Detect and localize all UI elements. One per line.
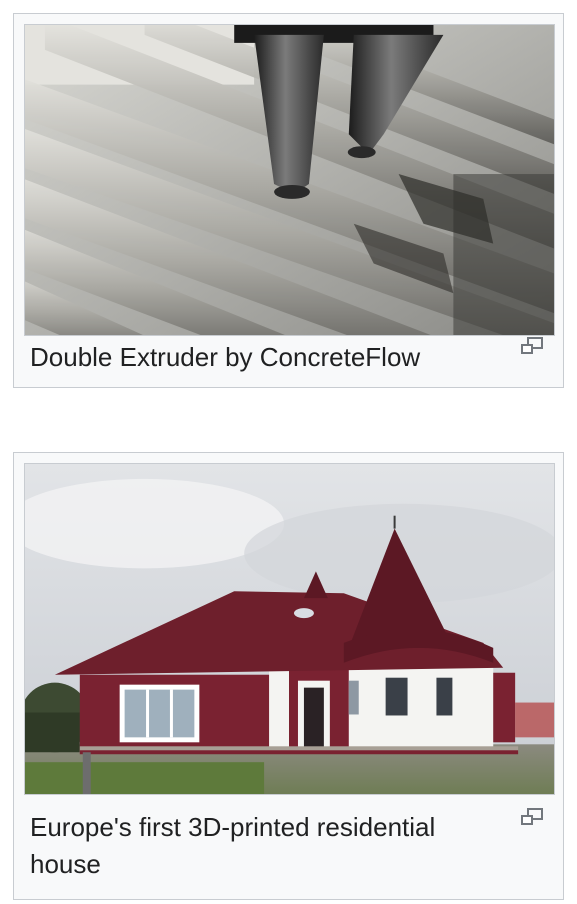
house-photo bbox=[25, 464, 554, 794]
figure-caption: Europe's first 3D-printed residential ho… bbox=[30, 812, 436, 879]
house-image-link[interactable] bbox=[24, 463, 555, 795]
extruder-photo bbox=[25, 25, 554, 335]
enlarge-icon[interactable] bbox=[519, 807, 545, 829]
enlarge-icon[interactable] bbox=[519, 336, 545, 358]
figure-caption: Double Extruder by ConcreteFlow bbox=[30, 342, 421, 372]
extruder-image-link[interactable] bbox=[24, 24, 555, 336]
figure-house: Europe's first 3D-printed residential ho… bbox=[13, 452, 564, 900]
figure-extruder: Double Extruder by ConcreteFlow bbox=[13, 13, 564, 388]
